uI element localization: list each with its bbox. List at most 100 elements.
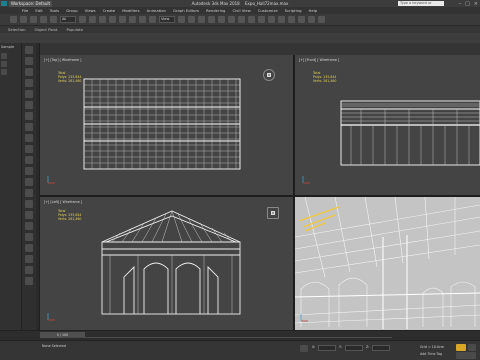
display-dependencies-icon[interactable] bbox=[25, 233, 33, 241]
display-settings-icon[interactable] bbox=[25, 277, 33, 285]
display-xrefs-icon[interactable] bbox=[25, 123, 33, 131]
viewport-perspective[interactable] bbox=[295, 197, 480, 330]
display-helpers-icon[interactable] bbox=[25, 90, 33, 98]
menu-scripting[interactable]: Scripting bbox=[285, 8, 302, 13]
rotate-icon[interactable] bbox=[129, 16, 136, 23]
title-bar: Workspace: Default Autodesk 3ds Max 2018… bbox=[0, 0, 480, 10]
coord-y-field[interactable] bbox=[345, 345, 363, 351]
move-icon[interactable] bbox=[119, 16, 126, 23]
display-frozen-icon[interactable] bbox=[25, 156, 33, 164]
render-production-icon[interactable] bbox=[318, 16, 325, 23]
menu-group[interactable]: Group bbox=[66, 8, 78, 13]
playback-controls[interactable] bbox=[456, 352, 476, 359]
grid-size: Grid = 10.0cm bbox=[420, 345, 445, 349]
display-favorites-icon[interactable] bbox=[25, 244, 33, 252]
select-by-name-icon[interactable] bbox=[89, 16, 96, 23]
menu-animation[interactable]: Animation bbox=[147, 8, 166, 13]
select-object-icon[interactable] bbox=[79, 16, 86, 23]
reference-coordinate-dropdown[interactable]: View bbox=[159, 16, 175, 23]
display-cameras-icon[interactable] bbox=[25, 79, 33, 87]
menu-help[interactable]: Help bbox=[309, 8, 318, 13]
scale-icon[interactable] bbox=[139, 16, 146, 23]
render-setup-icon[interactable] bbox=[298, 16, 305, 23]
file-name: Expo_Hall72max.max bbox=[245, 1, 289, 6]
display-icon[interactable] bbox=[1, 61, 7, 67]
display-children-icon[interactable] bbox=[25, 211, 33, 219]
angle-snap-icon[interactable] bbox=[218, 16, 225, 23]
display-hierarchy-icon[interactable] bbox=[25, 266, 33, 274]
link-icon[interactable] bbox=[30, 16, 37, 23]
display-geometry-icon[interactable] bbox=[25, 46, 33, 54]
lock-selection-icon[interactable] bbox=[300, 345, 308, 352]
undo-icon[interactable] bbox=[10, 16, 17, 23]
minimize-icon[interactable]: – bbox=[459, 1, 462, 7]
set-key-button[interactable] bbox=[468, 344, 476, 351]
viewport-front[interactable]: [+] [Front] [ Wireframe ] Total Polys: 2… bbox=[295, 55, 480, 195]
layer-explorer-icon[interactable] bbox=[268, 16, 275, 23]
viewport-left[interactable]: [+] [Left] [ Wireframe ] Total Polys: 23… bbox=[40, 197, 293, 330]
display-spacewarps-icon[interactable] bbox=[25, 101, 33, 109]
display-layers-icon[interactable] bbox=[25, 255, 33, 263]
close-icon[interactable]: × bbox=[474, 1, 478, 7]
display-invert-icon[interactable] bbox=[25, 200, 33, 208]
menu-file[interactable]: File bbox=[22, 8, 28, 13]
display-containers-icon[interactable] bbox=[25, 145, 33, 153]
display-shapes-icon[interactable] bbox=[25, 57, 33, 65]
percent-snap-icon[interactable] bbox=[228, 16, 235, 23]
rectangular-selection-icon[interactable] bbox=[99, 16, 106, 23]
unlink-icon[interactable] bbox=[40, 16, 47, 23]
material-editor-icon[interactable] bbox=[288, 16, 295, 23]
display-influences-icon[interactable] bbox=[25, 222, 33, 230]
window-crossing-icon[interactable] bbox=[109, 16, 116, 23]
menu-modifiers[interactable]: Modifiers bbox=[122, 8, 139, 13]
pivot-center-icon[interactable] bbox=[178, 16, 185, 23]
viewport-layout-bar bbox=[40, 43, 480, 55]
auto-key-button[interactable] bbox=[456, 344, 466, 351]
status-bar: None Selected X: Y: Z: Grid = 10.0cm Add… bbox=[0, 340, 480, 360]
coord-x-label: X: bbox=[312, 345, 316, 349]
selection-filter-dropdown[interactable]: All bbox=[60, 16, 76, 23]
filter-icon[interactable] bbox=[1, 53, 7, 59]
menu-rendering[interactable]: Rendering bbox=[206, 8, 225, 13]
viewport-top[interactable]: [+] [Top] [ Wireframe ] Total Polys: 235… bbox=[40, 55, 293, 195]
snaps-toggle-icon[interactable] bbox=[208, 16, 215, 23]
coord-x-field[interactable] bbox=[318, 345, 336, 351]
bind-spacewarp-icon[interactable] bbox=[50, 16, 57, 23]
display-bones-icon[interactable] bbox=[25, 134, 33, 142]
display-none-icon[interactable] bbox=[25, 189, 33, 197]
menu-civil-view[interactable]: Civil View bbox=[232, 8, 250, 13]
menu-views[interactable]: Views bbox=[85, 8, 96, 13]
align-icon[interactable] bbox=[258, 16, 265, 23]
display-lights-icon[interactable] bbox=[25, 68, 33, 76]
search-input[interactable]: Type a keyword or phrase bbox=[398, 1, 444, 10]
scene-explorer: Sample bbox=[0, 43, 22, 338]
menu-tools[interactable]: Tools bbox=[50, 8, 59, 13]
ribbon-tab-object-paint[interactable]: Object Paint bbox=[35, 27, 58, 32]
keyboard-shortcut-icon[interactable] bbox=[198, 16, 205, 23]
menu-create[interactable]: Create bbox=[103, 8, 116, 13]
add-time-tag[interactable]: Add Time Tag bbox=[420, 351, 442, 358]
menu-graph-editors[interactable]: Graph Editors bbox=[173, 8, 199, 13]
sort-icon[interactable] bbox=[1, 69, 7, 75]
render-frame-icon[interactable] bbox=[308, 16, 315, 23]
maximize-icon[interactable]: □ bbox=[465, 1, 470, 7]
redo-icon[interactable] bbox=[20, 16, 27, 23]
display-groups-icon[interactable] bbox=[25, 112, 33, 120]
display-all-icon[interactable] bbox=[25, 178, 33, 186]
ribbon-tab-selection[interactable]: Selection bbox=[8, 27, 26, 32]
menu-customize[interactable]: Customize bbox=[258, 8, 278, 13]
coord-z-field[interactable] bbox=[372, 345, 390, 351]
spinner-snap-icon[interactable] bbox=[238, 16, 245, 23]
viewport-area: [+] [Top] [ Wireframe ] Total Polys: 235… bbox=[40, 55, 480, 330]
ribbon-tab-populate[interactable]: Populate bbox=[66, 27, 83, 32]
place-icon[interactable] bbox=[149, 16, 156, 23]
curve-editor-icon[interactable] bbox=[278, 16, 285, 23]
display-hidden-icon[interactable] bbox=[25, 167, 33, 175]
workspace-selector[interactable]: Workspace: Default bbox=[9, 0, 53, 7]
menu-edit[interactable]: Edit bbox=[35, 8, 42, 13]
select-manipulate-icon[interactable] bbox=[188, 16, 195, 23]
mirror-icon[interactable] bbox=[248, 16, 255, 23]
app-logo-icon[interactable] bbox=[1, 1, 7, 6]
scene-explorer-title: Sample bbox=[1, 45, 15, 49]
time-slider-bar: 0 / 100 bbox=[0, 330, 480, 340]
